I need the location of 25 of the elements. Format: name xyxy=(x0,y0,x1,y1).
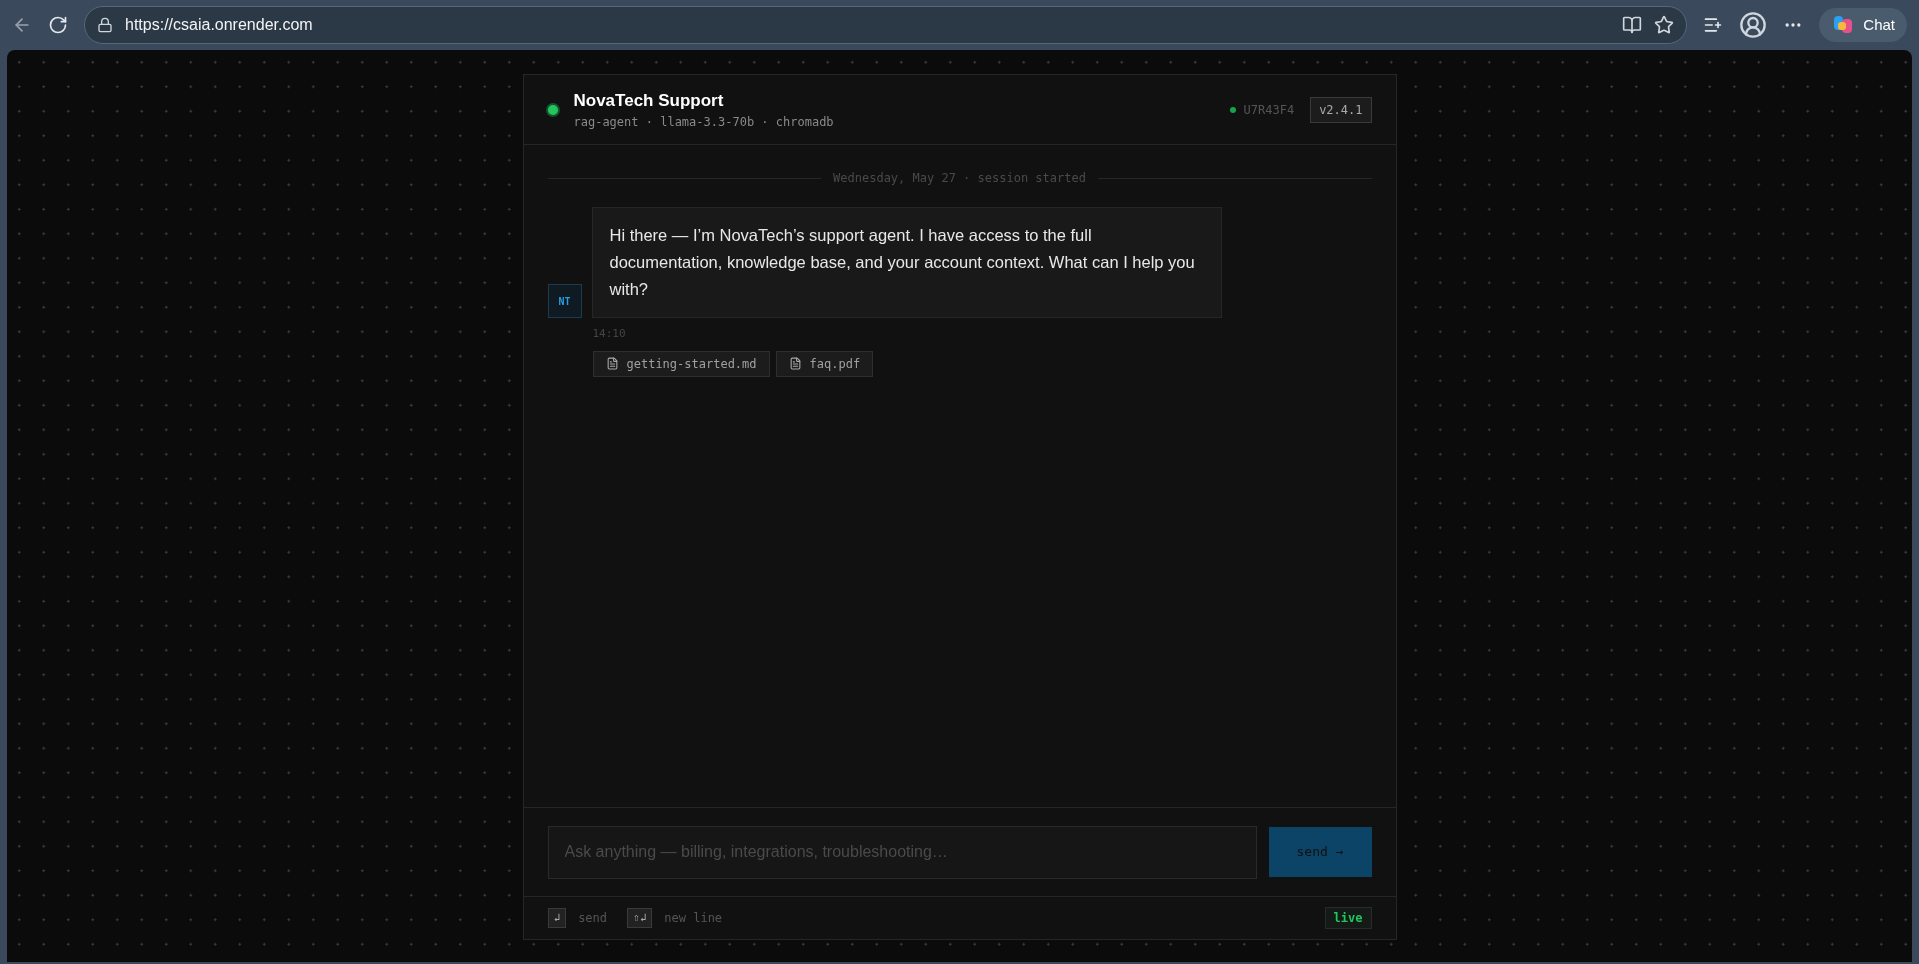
session-id: U7R43F4 xyxy=(1243,101,1295,119)
key-hint: ⇧↲ xyxy=(627,907,653,929)
profile-icon[interactable] xyxy=(1739,11,1768,39)
chat-button[interactable]: Chat xyxy=(1819,8,1907,42)
reader-icon[interactable] xyxy=(1622,15,1643,35)
shortcut-label: send xyxy=(578,910,608,927)
favorites-icon[interactable] xyxy=(1703,15,1724,35)
file-icon xyxy=(605,357,619,370)
agent-message: Hi there — I’m NovaTech’s support agent. I have access to the full documentation, knowledge base, and your account context. What can I help you with? xyxy=(591,207,1222,318)
file-icon xyxy=(788,357,802,370)
star-icon[interactable] xyxy=(1654,15,1675,35)
chat-title: NovaTech Support xyxy=(573,89,725,112)
live-badge: live xyxy=(1324,907,1372,929)
key-hint: ↲ xyxy=(547,907,567,929)
url-text: https://csaia.onrender.com xyxy=(125,15,314,35)
refresh-icon[interactable] xyxy=(48,15,68,35)
agent-avatar: NT xyxy=(547,284,582,318)
attachment-chip[interactable]: faq.pdf xyxy=(775,350,874,377)
model-info: rag-agent · llama-3.3-70b · chromadb xyxy=(573,114,835,132)
shortcut-label: new line xyxy=(664,910,723,927)
attachment-chip[interactable]: getting-started.md xyxy=(592,350,770,377)
version-badge: v2.4.1 xyxy=(1310,96,1372,123)
address-bar[interactable]: https://csaia.onrender.com xyxy=(84,6,1688,44)
session-divider-text: Wednesday, May 27 · session started xyxy=(833,170,1086,187)
lock-icon xyxy=(97,17,113,33)
